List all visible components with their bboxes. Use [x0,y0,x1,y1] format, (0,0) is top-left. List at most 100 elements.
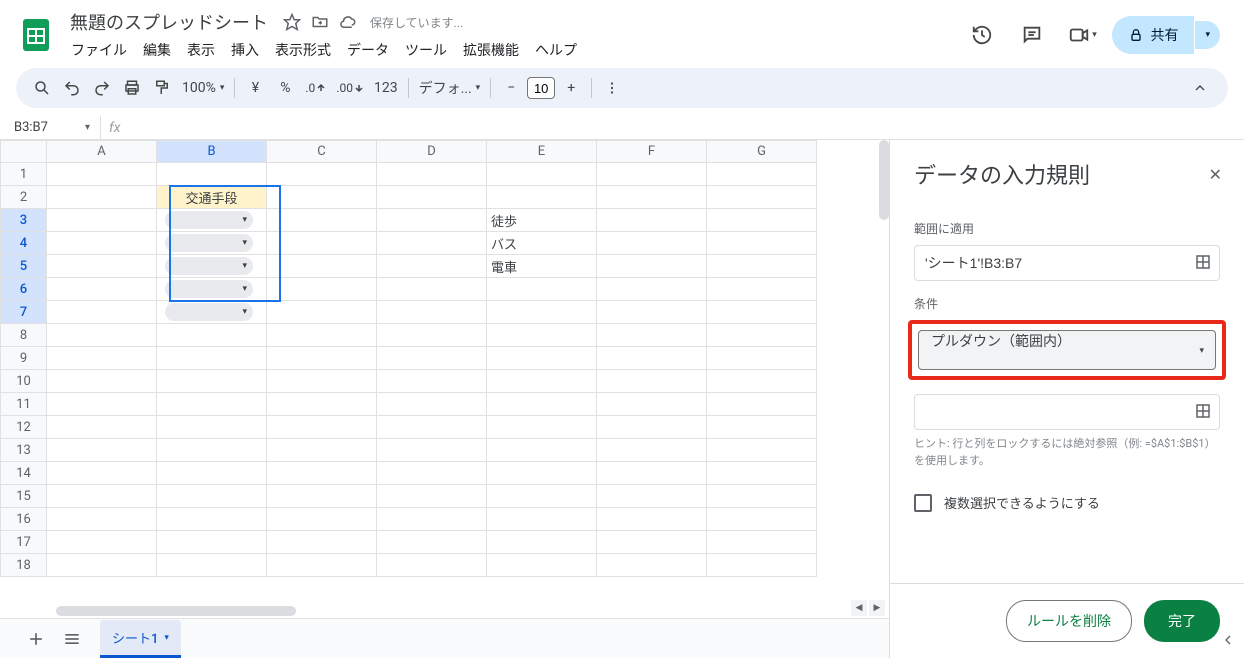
cell-B8[interactable] [157,324,267,347]
cell-E3[interactable]: 徒歩 [487,209,597,232]
cell-G7[interactable] [707,301,817,324]
cell-C1[interactable] [267,163,377,186]
menu-format[interactable]: 表示形式 [268,38,338,62]
cell-C17[interactable] [267,531,377,554]
dropdown-chip[interactable]: ▾ [165,257,253,275]
cell-E10[interactable] [487,370,597,393]
cell-F10[interactable] [597,370,707,393]
cell-F11[interactable] [597,393,707,416]
select-all-corner[interactable] [1,141,47,163]
cell-F16[interactable] [597,508,707,531]
dropdown-chip[interactable]: ▾ [165,280,253,298]
cell-A15[interactable] [47,485,157,508]
cell-E13[interactable] [487,439,597,462]
select-source-range-icon[interactable] [1194,402,1212,420]
menu-help[interactable]: ヘルプ [528,38,584,62]
row-header-6[interactable]: 6 [1,278,47,301]
cell-D5[interactable] [377,255,487,278]
font-size-decrease[interactable]: − [497,74,525,102]
cell-G15[interactable] [707,485,817,508]
cell-G14[interactable] [707,462,817,485]
cell-C13[interactable] [267,439,377,462]
share-dropdown[interactable]: ▾ [1195,21,1220,49]
dropdown-chip[interactable]: ▾ [165,303,253,321]
cell-C11[interactable] [267,393,377,416]
cell-C15[interactable] [267,485,377,508]
cell-D4[interactable] [377,232,487,255]
row-header-13[interactable]: 13 [1,439,47,462]
col-header-F[interactable]: F [597,141,707,163]
cell-F12[interactable] [597,416,707,439]
cell-E8[interactable] [487,324,597,347]
print-icon[interactable] [118,74,146,102]
cell-B13[interactable] [157,439,267,462]
cell-D9[interactable] [377,347,487,370]
cell-B15[interactable] [157,485,267,508]
cell-E1[interactable] [487,163,597,186]
row-header-5[interactable]: 5 [1,255,47,278]
font-size-input[interactable] [527,77,555,99]
cell-F14[interactable] [597,462,707,485]
menu-tools[interactable]: ツール [398,38,454,62]
cell-A8[interactable] [47,324,157,347]
cell-C6[interactable] [267,278,377,301]
cell-G5[interactable] [707,255,817,278]
formula-input[interactable] [128,116,1244,139]
scroll-right-icon[interactable]: ▶ [869,600,885,616]
cell-B2[interactable]: 交通手段 [157,186,267,209]
col-header-C[interactable]: C [267,141,377,163]
cell-D8[interactable] [377,324,487,347]
menu-file[interactable]: ファイル [64,38,134,62]
cell-E12[interactable] [487,416,597,439]
row-header-8[interactable]: 8 [1,324,47,347]
cell-D16[interactable] [377,508,487,531]
side-panel-toggle-icon[interactable] [1216,628,1240,652]
cell-A5[interactable] [47,255,157,278]
cell-F18[interactable] [597,554,707,577]
col-header-E[interactable]: E [487,141,597,163]
scroll-left-icon[interactable]: ◀ [851,600,867,616]
cell-C7[interactable] [267,301,377,324]
cell-A18[interactable] [47,554,157,577]
cell-D12[interactable] [377,416,487,439]
cell-B7[interactable]: ▾ [157,301,267,324]
increase-decimal[interactable]: .00 [332,74,368,102]
criteria-select[interactable]: プルダウン（範囲内） [918,330,1216,370]
cell-B5[interactable]: ▾ [157,255,267,278]
cell-A16[interactable] [47,508,157,531]
spreadsheet-grid[interactable]: ABCDEFG12交通手段3▾徒歩4▾バス5▾電車6▾7▾89101112131… [0,140,889,618]
range-input[interactable] [914,245,1220,281]
cell-A17[interactable] [47,531,157,554]
cell-G9[interactable] [707,347,817,370]
row-header-17[interactable]: 17 [1,531,47,554]
cell-C2[interactable] [267,186,377,209]
dropdown-chip[interactable]: ▾ [165,211,253,229]
cell-D15[interactable] [377,485,487,508]
doc-title[interactable]: 無題のスプレッドシート [64,7,274,37]
dropdown-chip[interactable]: ▾ [165,234,253,252]
cell-E4[interactable]: バス [487,232,597,255]
cell-B10[interactable] [157,370,267,393]
cell-G13[interactable] [707,439,817,462]
zoom-select[interactable]: 100% ▾ [178,74,228,102]
cell-A4[interactable] [47,232,157,255]
horizontal-scrollbar[interactable] [56,606,296,616]
cell-E14[interactable] [487,462,597,485]
menu-data[interactable]: データ [340,38,396,62]
sheet-tab-menu-icon[interactable]: ▾ [164,633,169,643]
cell-G1[interactable] [707,163,817,186]
cell-G8[interactable] [707,324,817,347]
cell-A10[interactable] [47,370,157,393]
cell-F8[interactable] [597,324,707,347]
done-button[interactable]: 完了 [1144,600,1220,642]
cell-C4[interactable] [267,232,377,255]
cell-D10[interactable] [377,370,487,393]
add-sheet-icon[interactable] [20,623,52,655]
row-header-15[interactable]: 15 [1,485,47,508]
all-sheets-icon[interactable] [56,623,88,655]
cell-C16[interactable] [267,508,377,531]
row-header-10[interactable]: 10 [1,370,47,393]
comment-icon[interactable] [1012,15,1052,55]
cell-B18[interactable] [157,554,267,577]
cell-C10[interactable] [267,370,377,393]
